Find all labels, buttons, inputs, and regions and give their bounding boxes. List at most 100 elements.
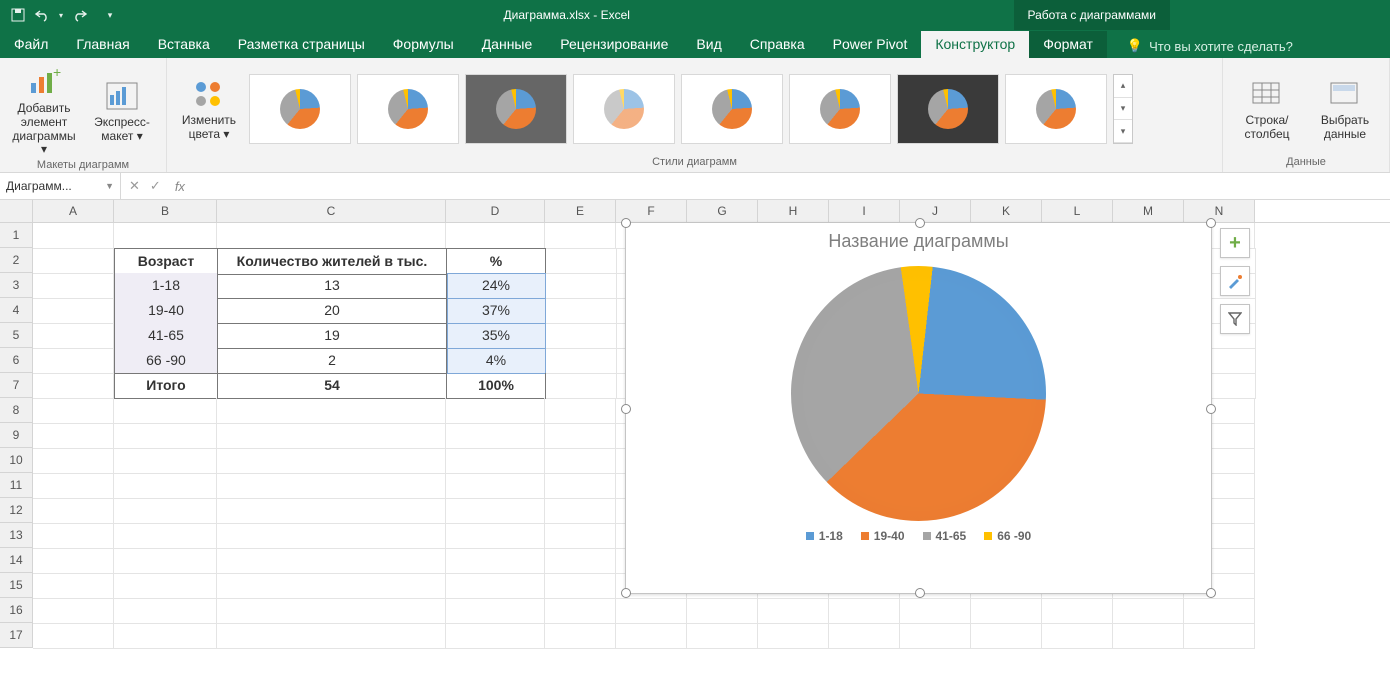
cell-A8[interactable] [33, 398, 114, 424]
row-header-1[interactable]: 1 [0, 223, 33, 248]
legend-item-3[interactable]: 66 -90 [984, 529, 1031, 543]
change-colors-button[interactable]: Изменить цвета ▾ [175, 74, 243, 144]
cell-D12[interactable] [446, 498, 545, 524]
cell-D9[interactable] [446, 423, 545, 449]
legend-item-2[interactable]: 41-65 [923, 529, 967, 543]
cell-A6[interactable] [33, 348, 114, 374]
row-header-11[interactable]: 11 [0, 473, 33, 498]
cell-M16[interactable] [1113, 598, 1184, 624]
cell-B14[interactable] [114, 548, 217, 574]
row-header-9[interactable]: 9 [0, 423, 33, 448]
cell-C7[interactable]: 54 [218, 373, 447, 399]
cell-D4[interactable]: 37% [447, 298, 546, 324]
cell-A4[interactable] [33, 298, 114, 324]
col-header-C[interactable]: C [217, 200, 446, 222]
enter-icon[interactable]: ✓ [150, 178, 161, 194]
undo-icon[interactable] [32, 5, 52, 25]
col-header-M[interactable]: M [1113, 200, 1184, 222]
col-header-G[interactable]: G [687, 200, 758, 222]
add-chart-element-button[interactable]: + Добавить элемент диаграммы ▾ [8, 62, 80, 159]
cell-B8[interactable] [114, 398, 217, 424]
cell-B7[interactable]: Итого [114, 373, 218, 399]
cell-E6[interactable] [546, 348, 617, 374]
row-header-10[interactable]: 10 [0, 448, 33, 473]
chart-style-6[interactable] [789, 74, 891, 144]
cell-B3[interactable]: 1-18 [114, 273, 218, 299]
select-all-corner[interactable] [0, 200, 33, 222]
cell-B12[interactable] [114, 498, 217, 524]
cell-C3[interactable]: 13 [218, 273, 447, 299]
cell-C4[interactable]: 20 [218, 298, 447, 324]
tab-view[interactable]: Вид [682, 31, 735, 58]
cell-B9[interactable] [114, 423, 217, 449]
cell-B16[interactable] [114, 598, 217, 624]
chart-style-7[interactable] [897, 74, 999, 144]
cell-E4[interactable] [546, 298, 617, 324]
tab-chart-format[interactable]: Формат [1029, 31, 1107, 58]
col-header-E[interactable]: E [545, 200, 616, 222]
select-data-button[interactable]: Выбрать данные [1309, 74, 1381, 144]
chart-style-2[interactable] [357, 74, 459, 144]
cell-K16[interactable] [971, 598, 1042, 624]
cell-D14[interactable] [446, 548, 545, 574]
cell-C15[interactable] [217, 573, 446, 599]
cell-E3[interactable] [546, 273, 617, 299]
row-header-8[interactable]: 8 [0, 398, 33, 423]
cell-A13[interactable] [33, 523, 114, 549]
cell-D17[interactable] [446, 623, 545, 649]
cell-C17[interactable] [217, 623, 446, 649]
tab-home[interactable]: Главная [62, 31, 143, 58]
chart-style-4[interactable] [573, 74, 675, 144]
tab-data[interactable]: Данные [468, 31, 547, 58]
cell-E16[interactable] [545, 598, 616, 624]
resize-handle-e[interactable] [1206, 404, 1216, 414]
undo-dropdown-icon[interactable]: ▾ [56, 5, 66, 25]
cell-E9[interactable] [545, 423, 616, 449]
cell-L16[interactable] [1042, 598, 1113, 624]
cell-I16[interactable] [829, 598, 900, 624]
cell-J17[interactable] [900, 623, 971, 649]
chart-filters-button[interactable] [1220, 304, 1250, 334]
tab-review[interactable]: Рецензирование [546, 31, 682, 58]
switch-row-column-button[interactable]: Строка/столбец [1231, 74, 1303, 144]
cell-D1[interactable] [446, 223, 545, 249]
cell-B10[interactable] [114, 448, 217, 474]
chart-styles-button[interactable] [1220, 266, 1250, 296]
cell-A15[interactable] [33, 573, 114, 599]
cell-E8[interactable] [545, 398, 616, 424]
cell-C6[interactable]: 2 [218, 348, 447, 374]
cell-C5[interactable]: 19 [218, 323, 447, 349]
cell-A5[interactable] [33, 323, 114, 349]
cell-C10[interactable] [217, 448, 446, 474]
cell-B4[interactable]: 19-40 [114, 298, 218, 324]
cell-C8[interactable] [217, 398, 446, 424]
cell-B11[interactable] [114, 473, 217, 499]
col-header-A[interactable]: A [33, 200, 114, 222]
chart-object[interactable]: Название диаграммы 1-18 19-40 41-65 66 -… [625, 222, 1212, 594]
save-icon[interactable] [8, 5, 28, 25]
row-header-3[interactable]: 3 [0, 273, 33, 298]
tell-me[interactable]: 💡 Что вы хотите сделать? [1119, 34, 1301, 58]
tab-insert[interactable]: Вставка [144, 31, 224, 58]
cell-D7[interactable]: 100% [447, 373, 546, 399]
row-header-12[interactable]: 12 [0, 498, 33, 523]
pie-chart[interactable] [774, 249, 1062, 537]
cell-E15[interactable] [545, 573, 616, 599]
cell-B5[interactable]: 41-65 [114, 323, 218, 349]
row-header-6[interactable]: 6 [0, 348, 33, 373]
cell-D5[interactable]: 35% [447, 323, 546, 349]
cell-A10[interactable] [33, 448, 114, 474]
cell-D2[interactable]: % [447, 248, 546, 275]
row-header-5[interactable]: 5 [0, 323, 33, 348]
cell-B15[interactable] [114, 573, 217, 599]
redo-icon[interactable] [70, 5, 90, 25]
fx-icon[interactable]: fx [169, 179, 191, 194]
cell-K17[interactable] [971, 623, 1042, 649]
cell-C16[interactable] [217, 598, 446, 624]
cell-A11[interactable] [33, 473, 114, 499]
row-header-14[interactable]: 14 [0, 548, 33, 573]
chart-elements-button[interactable]: + [1220, 228, 1250, 258]
cell-E12[interactable] [545, 498, 616, 524]
cell-B2[interactable]: Возраст [114, 248, 218, 275]
cell-D13[interactable] [446, 523, 545, 549]
